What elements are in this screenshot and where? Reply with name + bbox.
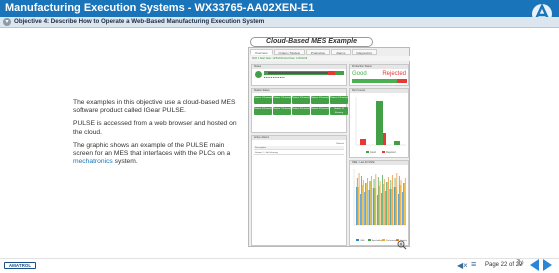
station-1: Station 1 Running xyxy=(254,96,272,104)
mes-screenshot: Overview Orders / Models Production Alarms D… xyxy=(248,47,410,247)
oee-bars xyxy=(356,173,406,225)
tab-overview: Overview xyxy=(250,49,273,55)
status-legend: ■ ■ ■ ■ ■ ■ ■ ■ ■ ■ ■ ■ xyxy=(264,77,285,79)
lesson-text: The examples in this objective use a clo… xyxy=(73,99,245,171)
station-status-header: Station Status xyxy=(252,89,346,93)
tab-diagnostics: Diagnostics xyxy=(351,49,378,55)
production-status-header: Production Status xyxy=(350,65,408,69)
amatrol-brand: AMATROL xyxy=(4,262,36,269)
oee-chart: OEE Availability Performance Quality xyxy=(353,169,408,242)
legend-good-swatch xyxy=(366,151,369,153)
part-bar-4 xyxy=(394,141,400,145)
alarm-row: Station 1 - Self-clearing xyxy=(254,151,344,155)
part-bar-1 xyxy=(360,139,366,145)
part-counts-chart: Good Rejected xyxy=(355,97,406,154)
part-bar-3 xyxy=(383,133,386,145)
station-5: Station 5 Running xyxy=(330,96,348,104)
chevron-down-icon[interactable]: ▾ xyxy=(3,18,11,26)
station-3: Station 3 Running xyxy=(292,96,310,104)
station-7: Station 7 Running xyxy=(273,107,291,115)
legend-rejected-label: Rejected xyxy=(386,151,396,154)
course-title: Manufacturing Execution Systems - WX3376… xyxy=(5,2,315,14)
menu-icon[interactable]: ≡ xyxy=(471,260,476,269)
shift-time-line: Shift 1 Start Date: 12/5/2019 End Date: … xyxy=(250,56,410,61)
paragraph-2: PULSE is accessed from a web browser and… xyxy=(73,120,237,136)
good-bar xyxy=(352,79,397,83)
status-timeline-bar xyxy=(264,71,344,75)
reload-icon[interactable]: ↻ xyxy=(516,259,524,269)
station-status-panel: Station Status Station 1 Running Station… xyxy=(251,88,348,133)
oee-panel: OEE - Last 30 Shifts OEE Availability Pe… xyxy=(349,160,409,246)
station-10: Station 10 Running xyxy=(330,107,348,115)
station-2: Station 2 Running xyxy=(273,96,291,104)
mechatronics-link[interactable]: mechatronics xyxy=(73,158,113,165)
status-panel-header: Status xyxy=(252,65,346,69)
status-circle-icon xyxy=(255,71,262,78)
rejected-bar xyxy=(397,79,407,83)
active-alarms-panel: Active Alarms Refresh Description Statio… xyxy=(251,135,347,246)
mes-tab-row: Overview Orders / Models Production Alarms D… xyxy=(250,49,378,55)
status-panel: Status ■ ■ ■ ■ ■ ■ ■ ■ ■ ■ ■ ■ xyxy=(251,64,347,86)
zoom-icon[interactable] xyxy=(397,240,407,250)
tab-orders-models: Orders / Models xyxy=(273,49,305,55)
production-status-panel: Production Status Good Rejected xyxy=(349,64,409,86)
svg-text:OEE: OEE xyxy=(360,240,365,242)
tab-production: Production xyxy=(305,49,331,55)
title-bar: Manufacturing Execution Systems - WX3376… xyxy=(0,0,559,17)
paragraph-3: The graphic shows an example of the PULS… xyxy=(73,141,231,166)
legend-rejected-swatch xyxy=(382,151,385,153)
audio-icon[interactable]: ◀× xyxy=(457,261,468,270)
station-6: Station 6 Running xyxy=(254,107,272,115)
part-counts-panel: Part Counts Good Rejected xyxy=(349,88,409,158)
active-alarms-header: Active Alarms xyxy=(252,136,346,140)
station-9: Station 9 Running xyxy=(311,107,329,115)
next-arrow-icon[interactable] xyxy=(543,259,552,271)
station-4: Station 4 Running xyxy=(311,96,329,104)
alarm-column-header: Description xyxy=(254,146,344,150)
station-8: Station 8 Running xyxy=(292,107,310,115)
svg-text:Availability: Availability xyxy=(372,239,383,242)
objective-title: Objective 4: Describe How to Operate a W… xyxy=(14,18,265,25)
prev-arrow-icon[interactable] xyxy=(530,259,539,271)
part-bar-2 xyxy=(376,101,383,145)
good-label: Good xyxy=(352,71,367,77)
objective-bar[interactable]: ▾ Objective 4: Describe How to Operate a… xyxy=(0,17,559,28)
rejected-label: Rejected xyxy=(382,71,406,77)
paragraph-1: The examples in this objective use a clo… xyxy=(73,99,236,115)
tab-alarms: Alarms xyxy=(331,49,351,55)
legend-good-label: Good xyxy=(370,151,377,154)
example-title: Cloud-Based MES Example xyxy=(250,37,373,47)
